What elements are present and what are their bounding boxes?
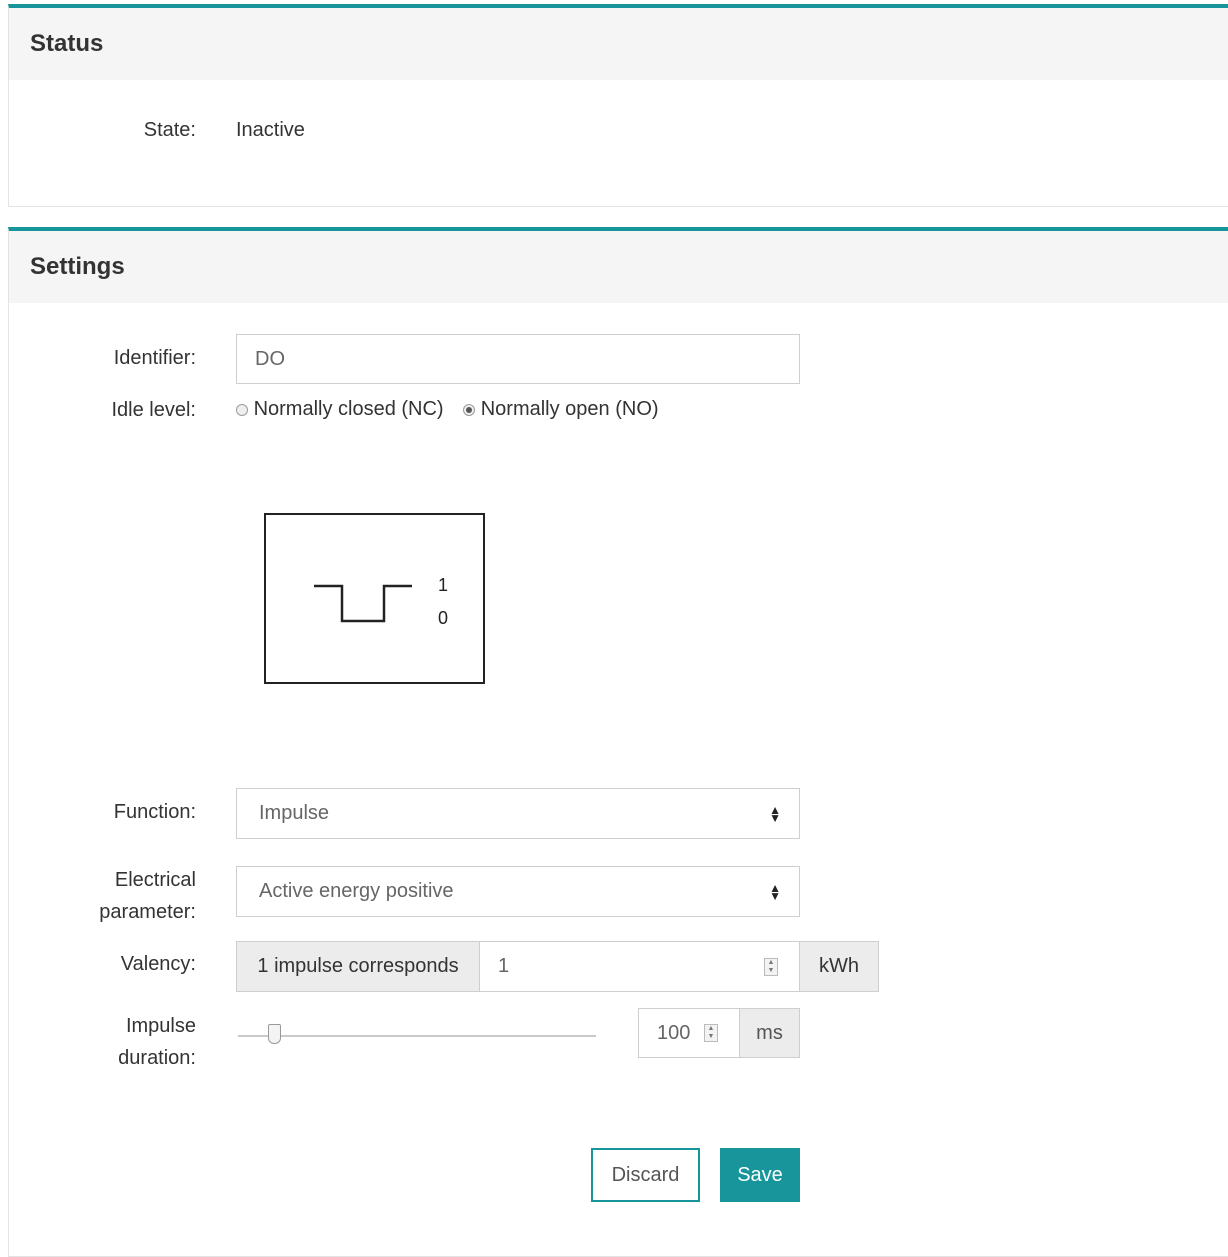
impulse-duration-input[interactable]: 100 ▲ ▼ [638, 1008, 740, 1058]
status-panel-title: Status [9, 8, 1228, 80]
select-arrows-icon: ▲ ▼ [769, 802, 781, 825]
state-label: State: [143, 119, 196, 141]
idle-level-label: Idle level: [111, 399, 197, 421]
radio-normally-open-circle[interactable] [463, 403, 476, 416]
save-button[interactable]: Save [720, 1148, 800, 1202]
radio-normally-open[interactable]: Normally open (NO) [463, 398, 659, 420]
valency-input-value: 1 [498, 955, 510, 977]
status-panel: Status [8, 4, 1228, 207]
impulse-waveform-line [314, 584, 412, 623]
function-select[interactable]: Impulse ▲ ▼ [236, 788, 800, 839]
impulse-duration-label-line1: Impulse [125, 1015, 196, 1037]
identifier-input[interactable]: DO [236, 334, 800, 384]
electrical-parameter-select-value: Active energy positive [259, 880, 454, 902]
valency-input[interactable]: 1 ▲ ▼ [479, 941, 800, 992]
identifier-label: Identifier: [113, 347, 196, 369]
impulse-duration-input-value: 100 [657, 1021, 691, 1044]
select-arrows-icon: ▲ ▼ [769, 880, 781, 903]
electrical-parameter-select[interactable]: Active energy positive ▲ ▼ [236, 866, 800, 917]
function-label: Function: [113, 801, 196, 823]
level-high-label: 1 [438, 575, 449, 595]
discard-button[interactable]: Discard [591, 1148, 700, 1202]
valency-prefix-addon: 1 impulse corresponds [236, 941, 480, 992]
slider-handle[interactable] [268, 1024, 281, 1044]
settings-panel-title: Settings [9, 231, 1228, 303]
radio-normally-closed-label: Normally closed (NC) [253, 398, 444, 420]
valency-spinner-icon[interactable]: ▲ ▼ [764, 958, 778, 976]
state-value: Inactive [236, 119, 305, 141]
valency-unit-addon: kWh [799, 941, 879, 992]
impulse-duration-label-line2: duration: [118, 1047, 196, 1069]
impulse-duration-slider[interactable] [238, 1024, 596, 1044]
function-select-value: Impulse [259, 802, 330, 824]
radio-normally-closed-circle[interactable] [236, 403, 248, 416]
idle-level-diagram: 1 0 [264, 513, 485, 684]
radio-normally-open-label: Normally open (NO) [480, 398, 659, 420]
level-low-label: 0 [438, 608, 449, 628]
impulse-duration-spinner-icon[interactable]: ▲ ▼ [704, 1024, 718, 1042]
electrical-parameter-label-line1: Electrical [114, 869, 196, 891]
electrical-parameter-label-line2: parameter: [99, 901, 196, 923]
radio-normally-closed[interactable]: Normally closed (NC) [236, 398, 449, 420]
impulse-waveform-icon [314, 584, 412, 623]
impulse-duration-unit-addon: ms [739, 1008, 800, 1058]
identifier-input-value: DO [255, 347, 285, 370]
valency-label: Valency: [120, 953, 196, 975]
idle-level-radio-group: Normally closed (NC) Normally open (NO) [236, 398, 659, 421]
